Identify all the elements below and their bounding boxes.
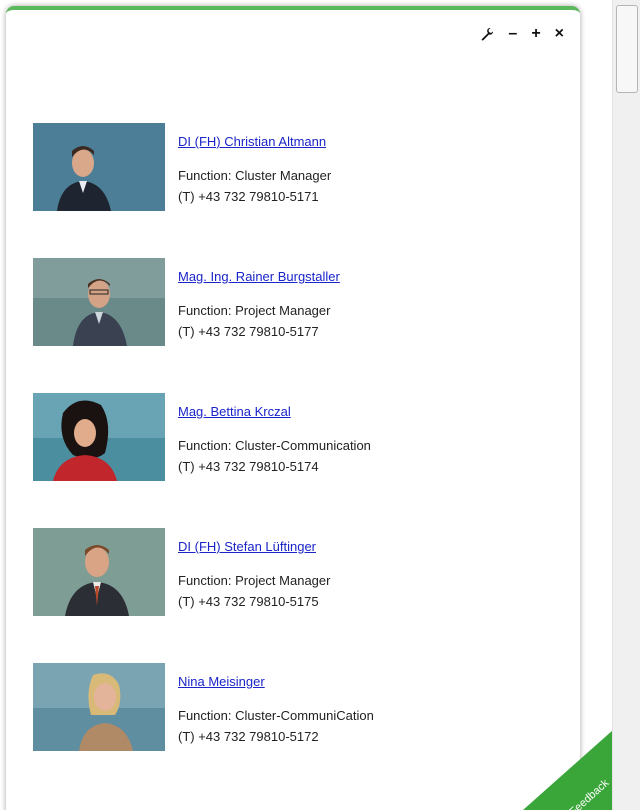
contact-name-link[interactable]: DI (FH) Stefan Lüftinger	[178, 536, 316, 557]
widget-toolbar: – + ×	[480, 26, 564, 42]
contact-photo	[33, 393, 165, 481]
contact-phone: (T) +43 732 79810-5171	[178, 189, 319, 204]
minimize-button[interactable]: –	[508, 26, 517, 42]
contact-phone: (T) +43 732 79810-5175	[178, 594, 319, 609]
contact-info: Nina Meisinger Function: Cluster-Communi…	[178, 671, 374, 747]
page-edge-strip	[582, 0, 612, 810]
contact-info: DI (FH) Stefan Lüftinger Function: Proje…	[178, 536, 330, 612]
feedback-tab-background	[523, 730, 613, 810]
contact-phone: (T) +43 732 79810-5174	[178, 459, 319, 474]
contact-info: DI (FH) Christian Altmann Function: Clus…	[178, 131, 331, 207]
contact-phone: (T) +43 732 79810-5177	[178, 324, 319, 339]
contact-photo	[33, 528, 165, 616]
contact-function: Function: Cluster-Communication	[178, 438, 371, 453]
contact-list: DI (FH) Christian Altmann Function: Clus…	[33, 120, 553, 795]
contact-photo	[33, 258, 165, 346]
contact-item: Nina Meisinger Function: Cluster-Communi…	[33, 660, 553, 795]
feedback-tab[interactable]: Feedback	[523, 730, 613, 810]
close-button[interactable]: ×	[555, 26, 564, 42]
contact-info: Mag. Bettina Krczal Function: Cluster-Co…	[178, 401, 371, 477]
scrollbar-thumb[interactable]	[616, 5, 638, 93]
contact-item: DI (FH) Christian Altmann Function: Clus…	[33, 120, 553, 255]
contact-info: Mag. Ing. Rainer Burgstaller Function: P…	[178, 266, 340, 342]
contact-function: Function: Cluster-CommuniCation	[178, 708, 374, 723]
contact-name-link[interactable]: Mag. Ing. Rainer Burgstaller	[178, 266, 340, 287]
contact-photo	[33, 123, 165, 211]
maximize-button[interactable]: +	[531, 26, 540, 42]
contact-function: Function: Project Manager	[178, 303, 331, 318]
contact-name-link[interactable]: Mag. Bettina Krczal	[178, 401, 291, 422]
contact-function: Function: Project Manager	[178, 573, 331, 588]
contact-function: Function: Cluster Manager	[178, 168, 332, 183]
contact-name-link[interactable]: Nina Meisinger	[178, 671, 265, 692]
contact-photo	[33, 663, 165, 751]
contacts-widget: – + × DI (FH) Christian Altmann Function…	[6, 6, 580, 810]
contact-item: DI (FH) Stefan Lüftinger Function: Proje…	[33, 525, 553, 660]
vertical-scrollbar[interactable]	[612, 0, 640, 810]
wrench-icon[interactable]	[480, 27, 494, 41]
contact-phone: (T) +43 732 79810-5172	[178, 729, 319, 744]
contact-item: Mag. Bettina Krczal Function: Cluster-Co…	[33, 390, 553, 525]
contact-item: Mag. Ing. Rainer Burgstaller Function: P…	[33, 255, 553, 390]
contact-name-link[interactable]: DI (FH) Christian Altmann	[178, 131, 326, 152]
